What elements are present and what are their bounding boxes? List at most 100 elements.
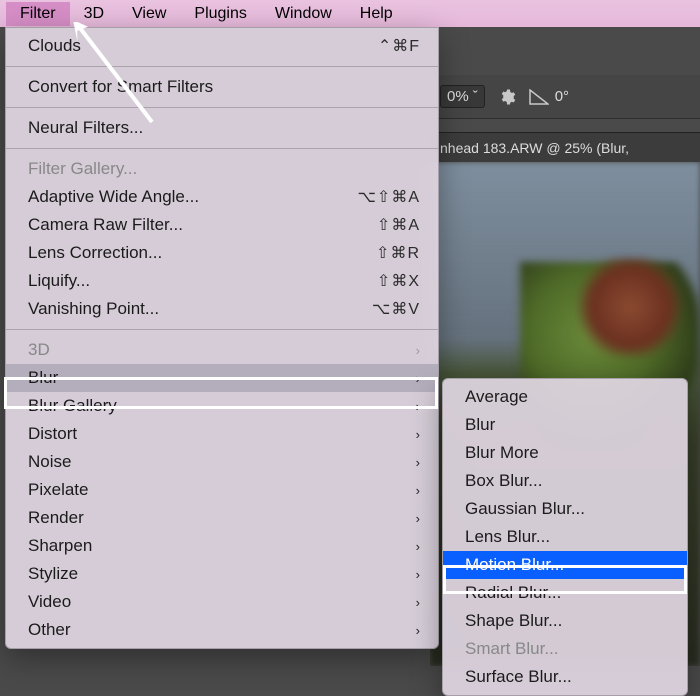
angle-icon bbox=[529, 89, 549, 105]
menu-item-label: Box Blur... bbox=[465, 471, 542, 491]
menu-item[interactable]: Box Blur... bbox=[443, 467, 687, 495]
angle-control[interactable]: 0° bbox=[529, 88, 569, 105]
menu-item[interactable]: Surface Blur... bbox=[443, 663, 687, 691]
document-tab[interactable]: nhead 183.ARW @ 25% (Blur, bbox=[430, 132, 700, 162]
menu-item-label: Other bbox=[28, 620, 71, 640]
menu-item-label: Blur bbox=[28, 368, 58, 388]
chevron-right-icon: › bbox=[416, 399, 420, 414]
angle-value: 0° bbox=[555, 88, 569, 105]
menu-item[interactable]: Lens Blur... bbox=[443, 523, 687, 551]
menu-item-label: Camera Raw Filter... bbox=[28, 215, 183, 235]
chevron-right-icon: › bbox=[416, 455, 420, 470]
menubar-item-view[interactable]: View bbox=[118, 2, 180, 26]
menubar-item-window[interactable]: Window bbox=[261, 2, 346, 26]
menu-item-label: Video bbox=[28, 592, 71, 612]
menu-shortcut: ⇧⌘R bbox=[376, 243, 420, 263]
menu-item-label: Pixelate bbox=[28, 480, 88, 500]
menu-item-label: Blur bbox=[465, 415, 495, 435]
menu-item[interactable]: Adaptive Wide Angle... ⌥⇧⌘A bbox=[6, 183, 438, 211]
menu-separator bbox=[6, 148, 438, 149]
menu-item-label: Blur More bbox=[465, 443, 539, 463]
menu-item-label: Motion Blur... bbox=[465, 555, 564, 575]
menubar-item-filter[interactable]: Filter bbox=[6, 2, 70, 26]
opacity-field[interactable]: 0% ˇ bbox=[440, 85, 485, 108]
gear-icon[interactable] bbox=[495, 85, 519, 109]
chevron-right-icon: › bbox=[416, 483, 420, 498]
menu-item-label: Noise bbox=[28, 452, 71, 472]
menu-item-label: Vanishing Point... bbox=[28, 299, 159, 319]
filter-menu: Clouds ⌃⌘F Convert for Smart Filters Neural… bbox=[5, 27, 439, 649]
menu-item-label: Liquify... bbox=[28, 271, 90, 291]
blur-submenu: Average Blur Blur More Box Blur... Gaussian … bbox=[442, 378, 688, 696]
menu-item-label: Clouds bbox=[28, 36, 81, 56]
options-bar: 0% ˇ 0° bbox=[430, 75, 700, 119]
menu-item-label: Blur Gallery bbox=[28, 396, 117, 416]
menu-item-label: Lens Blur... bbox=[465, 527, 550, 547]
chevron-right-icon: › bbox=[416, 371, 420, 386]
chevron-right-icon: › bbox=[416, 623, 420, 638]
menu-item[interactable]: Distort › bbox=[6, 420, 438, 448]
menu-item[interactable]: Convert for Smart Filters bbox=[6, 73, 438, 101]
chevron-right-icon: › bbox=[416, 427, 420, 442]
menu-separator bbox=[6, 66, 438, 67]
menu-item-label: 3D bbox=[28, 340, 50, 360]
menu-item-label: Average bbox=[465, 387, 528, 407]
chevron-right-icon: › bbox=[416, 595, 420, 610]
menubar-item-plugins[interactable]: Plugins bbox=[180, 2, 260, 26]
opacity-value: 0% bbox=[447, 88, 469, 105]
menu-item-label: Smart Blur... bbox=[465, 639, 559, 659]
menu-item[interactable]: Video › bbox=[6, 588, 438, 616]
document-title: nhead 183.ARW @ 25% (Blur, bbox=[440, 140, 629, 156]
menu-item: Smart Blur... bbox=[443, 635, 687, 663]
menu-item: Filter Gallery... bbox=[6, 155, 438, 183]
menu-item-label: Surface Blur... bbox=[465, 667, 572, 687]
menu-item[interactable]: Render › bbox=[6, 504, 438, 532]
menu-item[interactable]: Stylize › bbox=[6, 560, 438, 588]
menu-item-label: Filter Gallery... bbox=[28, 159, 137, 179]
menu-item-label: Render bbox=[28, 508, 84, 528]
menu-item[interactable]: Vanishing Point... ⌥⌘V bbox=[6, 295, 438, 323]
menu-shortcut: ⇧⌘A bbox=[377, 215, 420, 235]
menu-item[interactable]: Blur bbox=[443, 411, 687, 439]
menu-shortcut: ⇧⌘X bbox=[377, 271, 420, 291]
menu-item[interactable]: Blur Gallery › bbox=[6, 392, 438, 420]
menu-item-label: Sharpen bbox=[28, 536, 92, 556]
menu-item[interactable]: Camera Raw Filter... ⇧⌘A bbox=[6, 211, 438, 239]
menu-item[interactable]: Sharpen › bbox=[6, 532, 438, 560]
menu-shortcut: ⌥⌘V bbox=[372, 299, 420, 319]
menu-separator bbox=[6, 329, 438, 330]
menu-item: 3D › bbox=[6, 336, 438, 364]
menu-item[interactable]: Noise › bbox=[6, 448, 438, 476]
menu-item-label: Convert for Smart Filters bbox=[28, 77, 213, 97]
menubar-item-3d[interactable]: 3D bbox=[70, 2, 118, 26]
menu-item[interactable]: Radial Blur... bbox=[443, 579, 687, 607]
menubar-item-help[interactable]: Help bbox=[346, 2, 407, 26]
menu-item-label: Stylize bbox=[28, 564, 78, 584]
chevron-down-icon: ˇ bbox=[473, 88, 478, 105]
menu-item-label: Distort bbox=[28, 424, 77, 444]
menu-item[interactable]: Liquify... ⇧⌘X bbox=[6, 267, 438, 295]
menu-item-label: Neural Filters... bbox=[28, 118, 143, 138]
chevron-right-icon: › bbox=[416, 567, 420, 582]
menu-item[interactable]: Clouds ⌃⌘F bbox=[6, 32, 438, 60]
menu-shortcut: ⌃⌘F bbox=[378, 36, 420, 56]
menu-item[interactable]: Blur › bbox=[6, 364, 438, 392]
menu-item[interactable]: Motion Blur... bbox=[443, 551, 687, 579]
menu-item-label: Adaptive Wide Angle... bbox=[28, 187, 199, 207]
menu-item[interactable]: Pixelate › bbox=[6, 476, 438, 504]
menu-item[interactable]: Neural Filters... bbox=[6, 114, 438, 142]
menu-separator bbox=[6, 107, 438, 108]
menu-shortcut: ⌥⇧⌘A bbox=[357, 187, 420, 207]
menu-item[interactable]: Blur More bbox=[443, 439, 687, 467]
menu-item[interactable]: Other › bbox=[6, 616, 438, 644]
menu-item-label: Radial Blur... bbox=[465, 583, 561, 603]
menu-item[interactable]: Lens Correction...⇧⌘R bbox=[6, 239, 438, 267]
menu-item-label: Gaussian Blur... bbox=[465, 499, 585, 519]
menu-item[interactable]: Shape Blur... bbox=[443, 607, 687, 635]
chevron-right-icon: › bbox=[416, 343, 420, 358]
menu-item[interactable]: Average bbox=[443, 383, 687, 411]
menu-item[interactable]: Gaussian Blur... bbox=[443, 495, 687, 523]
menubar: Filter3DViewPluginsWindowHelp bbox=[0, 0, 700, 27]
chevron-right-icon: › bbox=[416, 539, 420, 554]
chevron-right-icon: › bbox=[416, 511, 420, 526]
